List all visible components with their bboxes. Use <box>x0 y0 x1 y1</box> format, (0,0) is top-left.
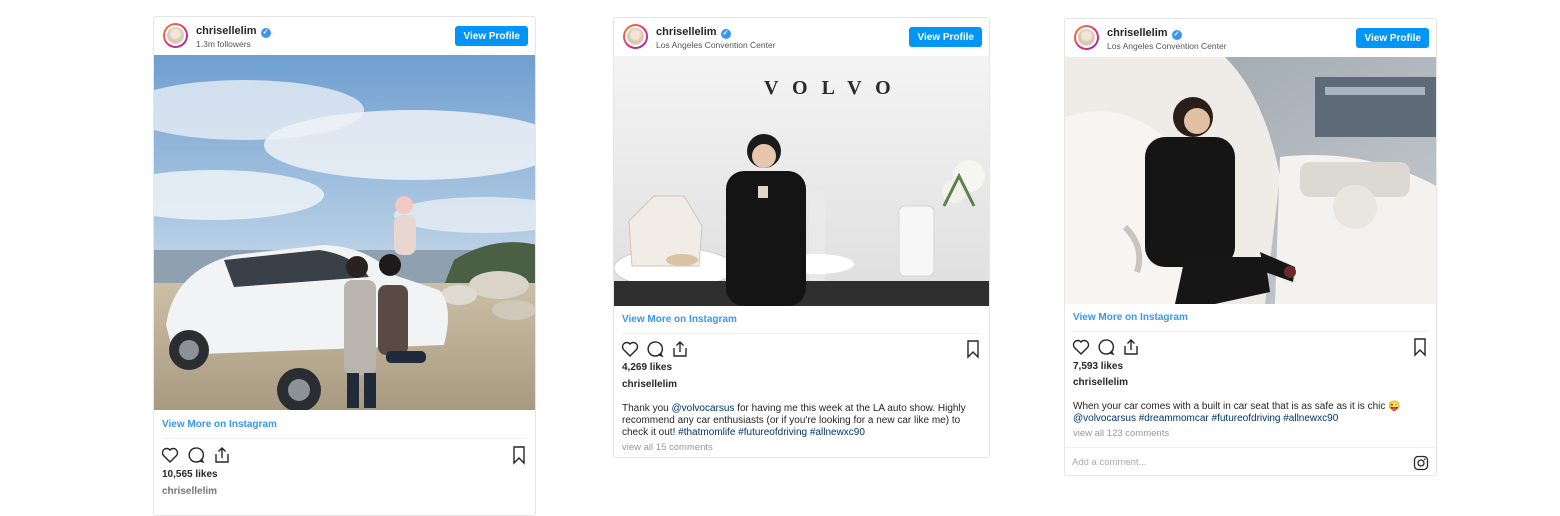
view-profile-button[interactable]: View Profile <box>1356 28 1429 48</box>
action-bar <box>160 445 529 465</box>
comment-icon[interactable] <box>186 445 206 465</box>
username[interactable]: chrisellelim ✓ <box>1107 27 1182 40</box>
share-icon[interactable] <box>212 445 232 465</box>
divider <box>162 438 527 439</box>
bookmark-icon[interactable] <box>1410 337 1430 357</box>
location[interactable]: Los Angeles Convention Center <box>656 40 776 50</box>
divider <box>1073 331 1428 332</box>
heart-icon[interactable] <box>620 339 640 359</box>
verified-badge-icon: ✓ <box>720 29 731 39</box>
verified-badge-icon: ✓ <box>1171 30 1182 40</box>
view-all-comments-link[interactable]: view all 123 comments <box>1073 428 1169 439</box>
post-header: chrisellelim ✓ 1.3m followers View Profil… <box>154 17 535 55</box>
comment-icon[interactable] <box>645 339 665 359</box>
share-icon[interactable] <box>1121 337 1141 357</box>
post-author[interactable]: chrisellelim <box>622 379 677 390</box>
verified-badge-icon: ✓ <box>260 28 271 38</box>
bookmark-icon[interactable] <box>509 445 529 465</box>
location[interactable]: Los Angeles Convention Center <box>1107 41 1227 51</box>
view-more-link[interactable]: View More on Instagram <box>162 419 277 430</box>
avatar[interactable] <box>623 24 648 49</box>
post-photo[interactable] <box>1065 57 1436 304</box>
view-profile-button[interactable]: View Profile <box>455 26 528 46</box>
follower-count: 1.3m followers <box>196 39 251 49</box>
share-icon[interactable] <box>670 339 690 359</box>
instagram-embed-2: chrisellelim ✓ Los Angeles Convention Cen… <box>613 17 990 458</box>
comment-input[interactable]: Add a comment... <box>1072 457 1146 468</box>
instagram-icon[interactable] <box>1413 455 1429 471</box>
heart-icon[interactable] <box>160 445 180 465</box>
mention-link[interactable]: @volvocarsus <box>671 403 734 414</box>
view-more-link[interactable]: View More on Instagram <box>622 314 737 325</box>
likes-count: 10,565 likes <box>162 469 218 480</box>
view-more-link[interactable]: View More on Instagram <box>1073 312 1188 323</box>
hashtag-links[interactable]: #dreammomcar #futureofdriving #allnewxc9… <box>1136 413 1339 424</box>
post-caption: Thank you @volvocarsus for having me thi… <box>622 403 966 438</box>
username[interactable]: chrisellelim ✓ <box>196 25 271 38</box>
post-photo[interactable] <box>154 55 535 410</box>
mention-link[interactable]: @volvocarsus <box>1073 413 1136 424</box>
instagram-embed-1: chrisellelim ✓ 1.3m followers View Profil… <box>153 16 536 516</box>
view-all-comments-link[interactable]: view all 15 comments <box>622 442 713 453</box>
avatar[interactable] <box>163 23 188 48</box>
view-profile-button[interactable]: View Profile <box>909 27 982 47</box>
comment-bar: Add a comment... <box>1065 447 1436 475</box>
action-bar <box>620 339 983 359</box>
post-author[interactable]: chrisellelim <box>1073 377 1128 388</box>
hashtag-links[interactable]: #thatmomlife #futureofdriving #allnewxc9… <box>678 427 865 438</box>
avatar[interactable] <box>1074 25 1099 50</box>
volvo-sign: VOLVO <box>764 77 905 99</box>
heart-icon[interactable] <box>1071 337 1091 357</box>
likes-count: 4,269 likes <box>622 362 673 373</box>
post-photo[interactable]: VOLVO <box>614 56 989 306</box>
divider <box>622 333 981 334</box>
action-bar <box>1071 337 1430 357</box>
instagram-embed-3: chrisellelim ✓ Los Angeles Convention Cen… <box>1064 18 1437 476</box>
bookmark-icon[interactable] <box>963 339 983 359</box>
likes-count: 7,593 likes <box>1073 361 1124 372</box>
post-header: chrisellelim ✓ Los Angeles Convention Cen… <box>1065 19 1436 57</box>
username[interactable]: chrisellelim ✓ <box>656 26 731 39</box>
comment-icon[interactable] <box>1096 337 1116 357</box>
post-author[interactable]: chrisellelim <box>162 486 217 497</box>
post-header: chrisellelim ✓ Los Angeles Convention Cen… <box>614 18 989 56</box>
post-caption: When your car comes with a built in car … <box>1073 401 1401 424</box>
